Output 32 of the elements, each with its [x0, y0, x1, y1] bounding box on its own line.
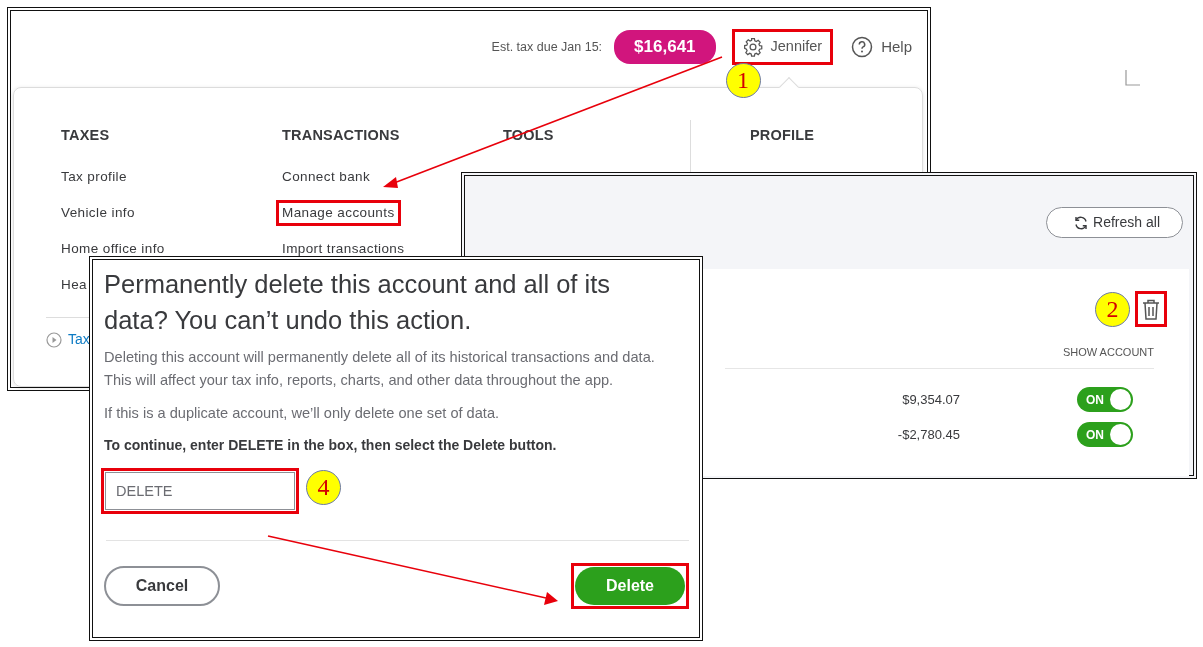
- confirm-input-field[interactable]: DELETE: [105, 472, 295, 510]
- dialog-title: Permanently delete this account and all of its data? You can’t undo this action.: [104, 269, 612, 336]
- play-circle-icon: [46, 331, 62, 348]
- cancel-button[interactable]: Cancel: [104, 566, 220, 606]
- footer-link[interactable]: Tax: [68, 329, 90, 350]
- menu-item[interactable]: Vehicle info: [55, 199, 141, 226]
- trash-icon: [1141, 298, 1161, 321]
- help-icon: [851, 36, 874, 58]
- menu-item[interactable]: Connect bank: [276, 163, 377, 190]
- callout-number: 4: [306, 470, 341, 505]
- account-balance: $9,354.07: [902, 390, 960, 409]
- menu-heading: TAXES: [61, 126, 111, 145]
- menu-item[interactable]: Tax profile: [55, 163, 133, 190]
- menu-item[interactable]: Manage accounts: [276, 199, 401, 226]
- column-header: SHOW ACCOUNT: [1062, 346, 1154, 358]
- dialog-paragraph: Deleting this account will permanently delete all of its historical transactions and data. This will affect your tax info, reports, charts, and other data throughout the app.: [104, 348, 656, 390]
- callout-number: 2: [1095, 292, 1130, 327]
- settings-icon: [742, 37, 763, 57]
- corner-mark-icon: [1125, 70, 1141, 86]
- callout-number: 1: [725, 63, 761, 99]
- menu-heading: TRANSACTIONS: [282, 126, 401, 145]
- account-balance: -$2,780.45: [897, 425, 960, 444]
- tax-amount-badge[interactable]: $16,641: [614, 30, 716, 64]
- menu-item[interactable]: Hea: [55, 271, 93, 298]
- refresh-icon: [1073, 214, 1090, 231]
- dialog-paragraph: If this is a duplicate account, we’ll only delete one set of data.: [104, 404, 501, 423]
- refresh-all-button[interactable]: Refresh all: [1046, 207, 1183, 238]
- tax-due-label: Est. tax due Jan 15:: [491, 38, 603, 56]
- help-link[interactable]: Help: [851, 35, 912, 59]
- instruction-text: To continue, enter DELETE in the box, then select the Delete button.: [104, 436, 558, 455]
- menu-heading: PROFILE: [750, 126, 816, 145]
- user-menu-button[interactable]: Jennifer: [731, 29, 834, 65]
